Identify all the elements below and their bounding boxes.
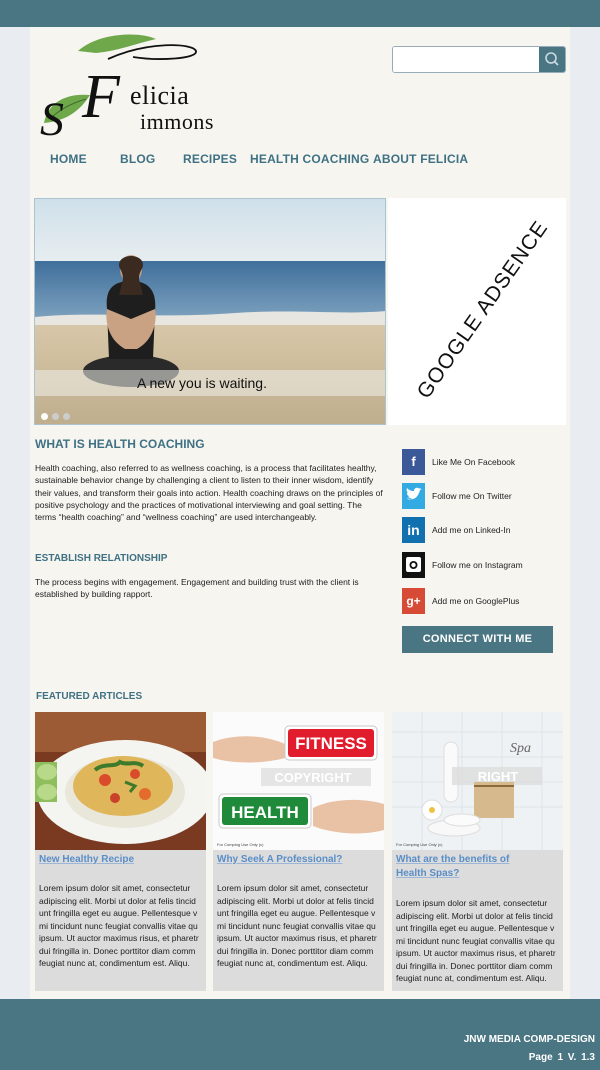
social-facebook[interactable]: f Like Me On Facebook (402, 449, 572, 475)
slider-dot[interactable] (41, 413, 48, 420)
svg-text:HEALTH: HEALTH (231, 803, 299, 822)
googleplus-icon: g+ (402, 588, 425, 614)
top-bar (0, 0, 600, 27)
article-card[interactable]: New Healthy Recipe Lorem ipsum dolor sit… (35, 712, 206, 991)
connect-button[interactable]: CONNECT WITH ME (402, 626, 553, 653)
svg-text:RIGHT: RIGHT (478, 769, 519, 784)
social-googleplus[interactable]: g+ Add me on GooglePlus (402, 588, 572, 614)
footer-page-version: Page 1 V. 1.3 (528, 1052, 595, 1063)
social-instagram-label: Follow me on Instagram (432, 560, 523, 570)
search-icon (545, 52, 559, 66)
section-title-establish: ESTABLISH RELATIONSHIP (35, 553, 168, 564)
social-twitter-label: Follow me On Twitter (432, 491, 512, 501)
health-coaching-paragraph: Health coaching, also referred to as wel… (35, 463, 383, 523)
site-logo[interactable]: F S elicia immons (38, 31, 218, 146)
search-button[interactable] (539, 47, 565, 72)
linkedin-icon: in (402, 517, 425, 543)
slider-dot[interactable] (52, 413, 59, 420)
twitter-icon (402, 483, 425, 509)
svg-text:Spa: Spa (510, 741, 531, 756)
social-instagram[interactable]: Follow me on Instagram (402, 552, 572, 578)
nav-blog[interactable]: BLOG (120, 152, 155, 166)
article-card[interactable]: FITNESS COPYRIGHT HEALTH For Comping Use… (213, 712, 384, 991)
search-box (392, 46, 566, 73)
article-image-spa: RIGHT Spa For Comping Use Only (c) (392, 712, 563, 850)
logo-last-name: immons (140, 109, 214, 134)
svg-text:For Comping Use Only (c): For Comping Use Only (c) (217, 842, 264, 847)
social-googleplus-label: Add me on GooglePlus (432, 596, 520, 606)
nav-recipes[interactable]: RECIPES (183, 152, 237, 166)
svg-text:For Comping Use Only (c): For Comping Use Only (c) (396, 842, 443, 847)
svg-text:S: S (40, 93, 64, 141)
social-linkedin-label: Add me on Linked-In (432, 525, 511, 535)
svg-text:FITNESS: FITNESS (295, 734, 367, 753)
article-excerpt: Lorem ipsum dolor sit amet, consectetur … (217, 883, 377, 968)
slider-dot[interactable] (63, 413, 70, 420)
logo-first-name: elicia (130, 81, 190, 110)
footer-credit: JNW MEDIA COMP-DESIGN (463, 1034, 595, 1045)
article-title-line2[interactable]: Health Spas? (396, 867, 459, 880)
social-facebook-label: Like Me On Facebook (432, 457, 516, 467)
hero-slider[interactable]: A new you is waiting. (34, 198, 386, 425)
slider-dots (41, 407, 74, 424)
nav-about[interactable]: ABOUT FELICIA (373, 152, 468, 166)
establish-paragraph: The process begins with engagement. Enga… (35, 577, 359, 600)
article-title[interactable]: New Healthy Recipe (39, 853, 134, 866)
article-image-fitness: FITNESS COPYRIGHT HEALTH For Comping Use… (213, 712, 384, 850)
nav-health-coaching[interactable]: HEALTH COACHING (250, 152, 369, 166)
section-title-featured: FEATURED ARTICLES (36, 691, 143, 702)
article-excerpt: Lorem ipsum dolor sit amet, consectetur … (39, 883, 199, 968)
ad-placeholder[interactable]: GOOGLE ADSENCE (388, 198, 566, 425)
nav-home[interactable]: HOME (50, 152, 87, 166)
hero-caption: A new you is waiting. (35, 370, 385, 396)
ad-label: GOOGLE ADSENCE (412, 216, 553, 403)
svg-text:F: F (81, 63, 121, 131)
facebook-icon: f (402, 449, 425, 475)
search-input[interactable] (393, 47, 541, 72)
social-linkedin[interactable]: in Add me on Linked-In (402, 517, 572, 543)
page-container: F S elicia immons HOME BLOG RECIPES HEAL… (30, 27, 570, 999)
article-card[interactable]: RIGHT Spa For Comping Use Only (c) What … (392, 712, 563, 991)
svg-text:COPYRIGHT: COPYRIGHT (274, 770, 351, 785)
article-image-recipe (35, 712, 206, 850)
instagram-icon (402, 552, 425, 578)
article-title[interactable]: Why Seek A Professional? (217, 853, 342, 866)
article-excerpt: Lorem ipsum dolor sit amet, consectetur … (396, 898, 556, 983)
article-title[interactable]: What are the benefits of (396, 853, 509, 866)
social-twitter[interactable]: Follow me On Twitter (402, 483, 572, 509)
footer: JNW MEDIA COMP-DESIGN Page 1 V. 1.3 (0, 999, 600, 1070)
section-title-health-coaching: WHAT IS HEALTH COACHING (35, 437, 205, 451)
